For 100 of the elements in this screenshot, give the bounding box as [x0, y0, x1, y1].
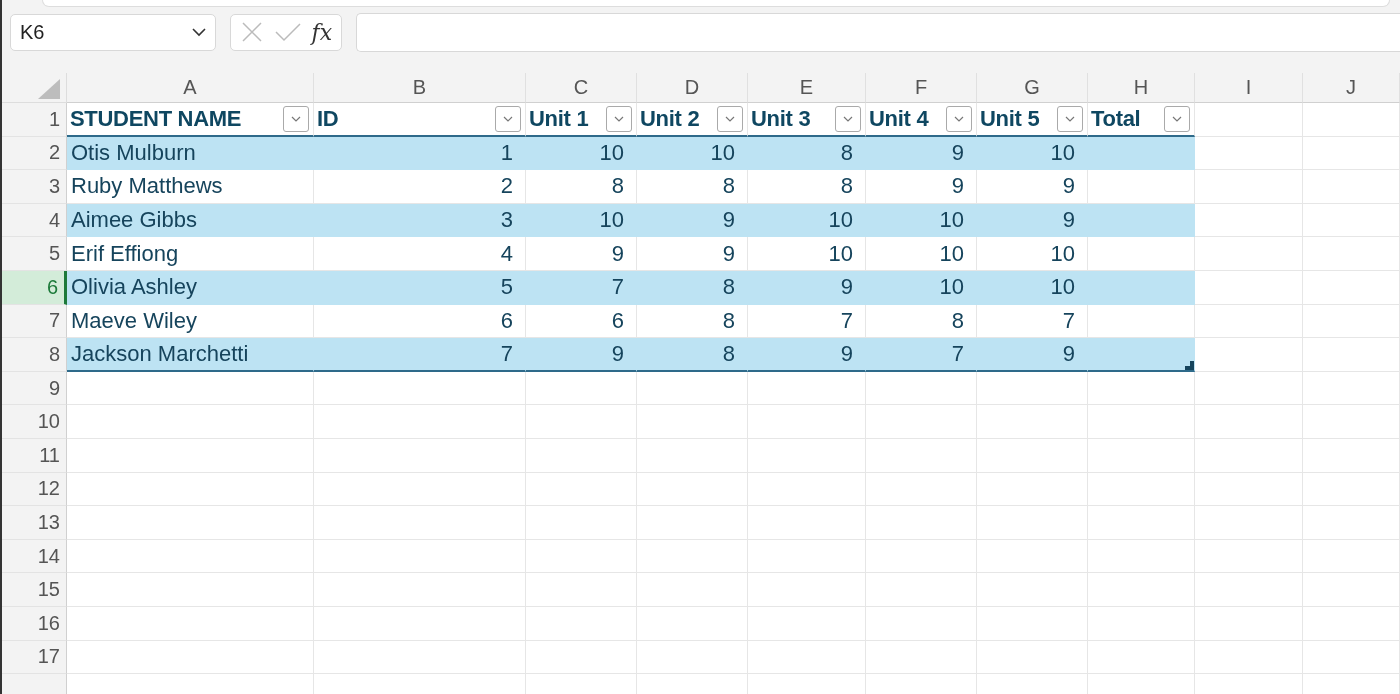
empty-cell[interactable]: [748, 371, 866, 406]
row-header[interactable]: 17: [2, 640, 67, 675]
empty-cell[interactable]: [1303, 573, 1400, 607]
empty-cell[interactable]: [1195, 640, 1303, 675]
empty-cell[interactable]: [526, 573, 637, 607]
empty-cell[interactable]: [314, 405, 526, 439]
empty-cell[interactable]: [1088, 573, 1195, 607]
row-header[interactable]: 16: [2, 606, 67, 641]
filter-dropdown-button[interactable]: [835, 105, 861, 132]
empty-cell[interactable]: [1195, 237, 1303, 271]
formula-input[interactable]: [356, 12, 1400, 52]
empty-cell[interactable]: [1303, 136, 1400, 171]
empty-cell[interactable]: [977, 539, 1088, 574]
empty-cell[interactable]: [748, 438, 866, 473]
empty-cell[interactable]: [526, 371, 637, 406]
filter-dropdown-button[interactable]: [606, 105, 632, 132]
empty-cell[interactable]: [977, 405, 1088, 439]
empty-cell[interactable]: [748, 606, 866, 641]
empty-cell[interactable]: [748, 573, 866, 607]
empty-cell[interactable]: [637, 371, 748, 406]
empty-cell[interactable]: [1195, 304, 1303, 339]
row-header[interactable]: 13: [2, 506, 67, 540]
empty-cell[interactable]: [1195, 371, 1303, 406]
empty-cell[interactable]: [866, 438, 977, 473]
empty-cell[interactable]: [1303, 405, 1400, 439]
column-header[interactable]: C: [526, 73, 637, 103]
empty-cell[interactable]: [1303, 170, 1400, 204]
empty-cell[interactable]: [1303, 606, 1400, 641]
empty-cell[interactable]: [748, 640, 866, 675]
empty-cell[interactable]: [1088, 438, 1195, 473]
empty-cell[interactable]: [314, 606, 526, 641]
row-header[interactable]: 10: [2, 405, 67, 439]
empty-cell[interactable]: [314, 438, 526, 473]
empty-cell[interactable]: [977, 371, 1088, 406]
empty-cell[interactable]: [526, 539, 637, 574]
empty-cell[interactable]: [866, 405, 977, 439]
empty-cell[interactable]: [1195, 472, 1303, 507]
empty-cell[interactable]: [977, 606, 1088, 641]
row-header[interactable]: 2: [2, 136, 67, 171]
empty-cell[interactable]: [1195, 573, 1303, 607]
empty-cell[interactable]: [1303, 304, 1400, 339]
empty-cell[interactable]: [526, 405, 637, 439]
empty-cell[interactable]: [637, 539, 748, 574]
empty-cell[interactable]: [314, 506, 526, 540]
empty-cell[interactable]: [526, 640, 637, 675]
empty-cell[interactable]: [866, 472, 977, 507]
empty-cell[interactable]: [1195, 438, 1303, 473]
empty-cell[interactable]: [1088, 472, 1195, 507]
filter-dropdown-button[interactable]: [495, 105, 521, 132]
row-header[interactable]: 4: [2, 203, 67, 238]
filter-dropdown-button[interactable]: [717, 105, 743, 132]
empty-cell[interactable]: [748, 506, 866, 540]
row-header[interactable]: 7: [2, 304, 67, 339]
column-header[interactable]: I: [1195, 73, 1303, 103]
empty-cell[interactable]: [977, 472, 1088, 507]
column-header[interactable]: B: [314, 73, 526, 103]
empty-cell[interactable]: [1088, 640, 1195, 675]
empty-cell[interactable]: [1303, 103, 1400, 137]
empty-cell[interactable]: [314, 472, 526, 507]
empty-cell[interactable]: [1303, 438, 1400, 473]
empty-cell[interactable]: [1303, 237, 1400, 271]
cancel-icon[interactable]: [239, 20, 264, 44]
empty-cell[interactable]: [866, 640, 977, 675]
empty-cell[interactable]: [748, 405, 866, 439]
empty-cell[interactable]: [977, 640, 1088, 675]
empty-cell[interactable]: [1195, 539, 1303, 574]
resize-handle-icon[interactable]: [1185, 360, 1194, 370]
name-box[interactable]: K6: [10, 13, 216, 51]
empty-cell[interactable]: [637, 438, 748, 473]
select-all-icon[interactable]: [38, 79, 60, 99]
empty-cell[interactable]: [637, 472, 748, 507]
empty-cell[interactable]: [866, 573, 977, 607]
row-header[interactable]: 5: [2, 237, 67, 271]
empty-cell[interactable]: [637, 606, 748, 641]
empty-cell[interactable]: [1303, 371, 1400, 406]
empty-cell[interactable]: [1303, 506, 1400, 540]
empty-cell[interactable]: [1195, 103, 1303, 137]
empty-cell[interactable]: [637, 405, 748, 439]
empty-cell[interactable]: [977, 506, 1088, 540]
row-header[interactable]: 1: [2, 103, 67, 137]
row-header[interactable]: 15: [2, 573, 67, 607]
empty-cell[interactable]: [314, 371, 526, 406]
empty-cell[interactable]: [1303, 640, 1400, 675]
empty-cell[interactable]: [637, 640, 748, 675]
column-header[interactable]: G: [977, 73, 1088, 103]
empty-cell[interactable]: [526, 438, 637, 473]
row-header[interactable]: 14: [2, 539, 67, 574]
empty-cell[interactable]: [1195, 606, 1303, 641]
column-header[interactable]: J: [1303, 73, 1400, 103]
empty-cell[interactable]: [1088, 506, 1195, 540]
column-header[interactable]: E: [748, 73, 866, 103]
empty-cell[interactable]: [1195, 405, 1303, 439]
empty-cell[interactable]: [314, 573, 526, 607]
column-header[interactable]: H: [1088, 73, 1195, 103]
column-header[interactable]: D: [637, 73, 748, 103]
empty-cell[interactable]: [1088, 539, 1195, 574]
filter-dropdown-button[interactable]: [946, 105, 972, 132]
empty-cell[interactable]: [866, 606, 977, 641]
empty-cell[interactable]: [748, 472, 866, 507]
row-header[interactable]: 8: [2, 338, 67, 372]
